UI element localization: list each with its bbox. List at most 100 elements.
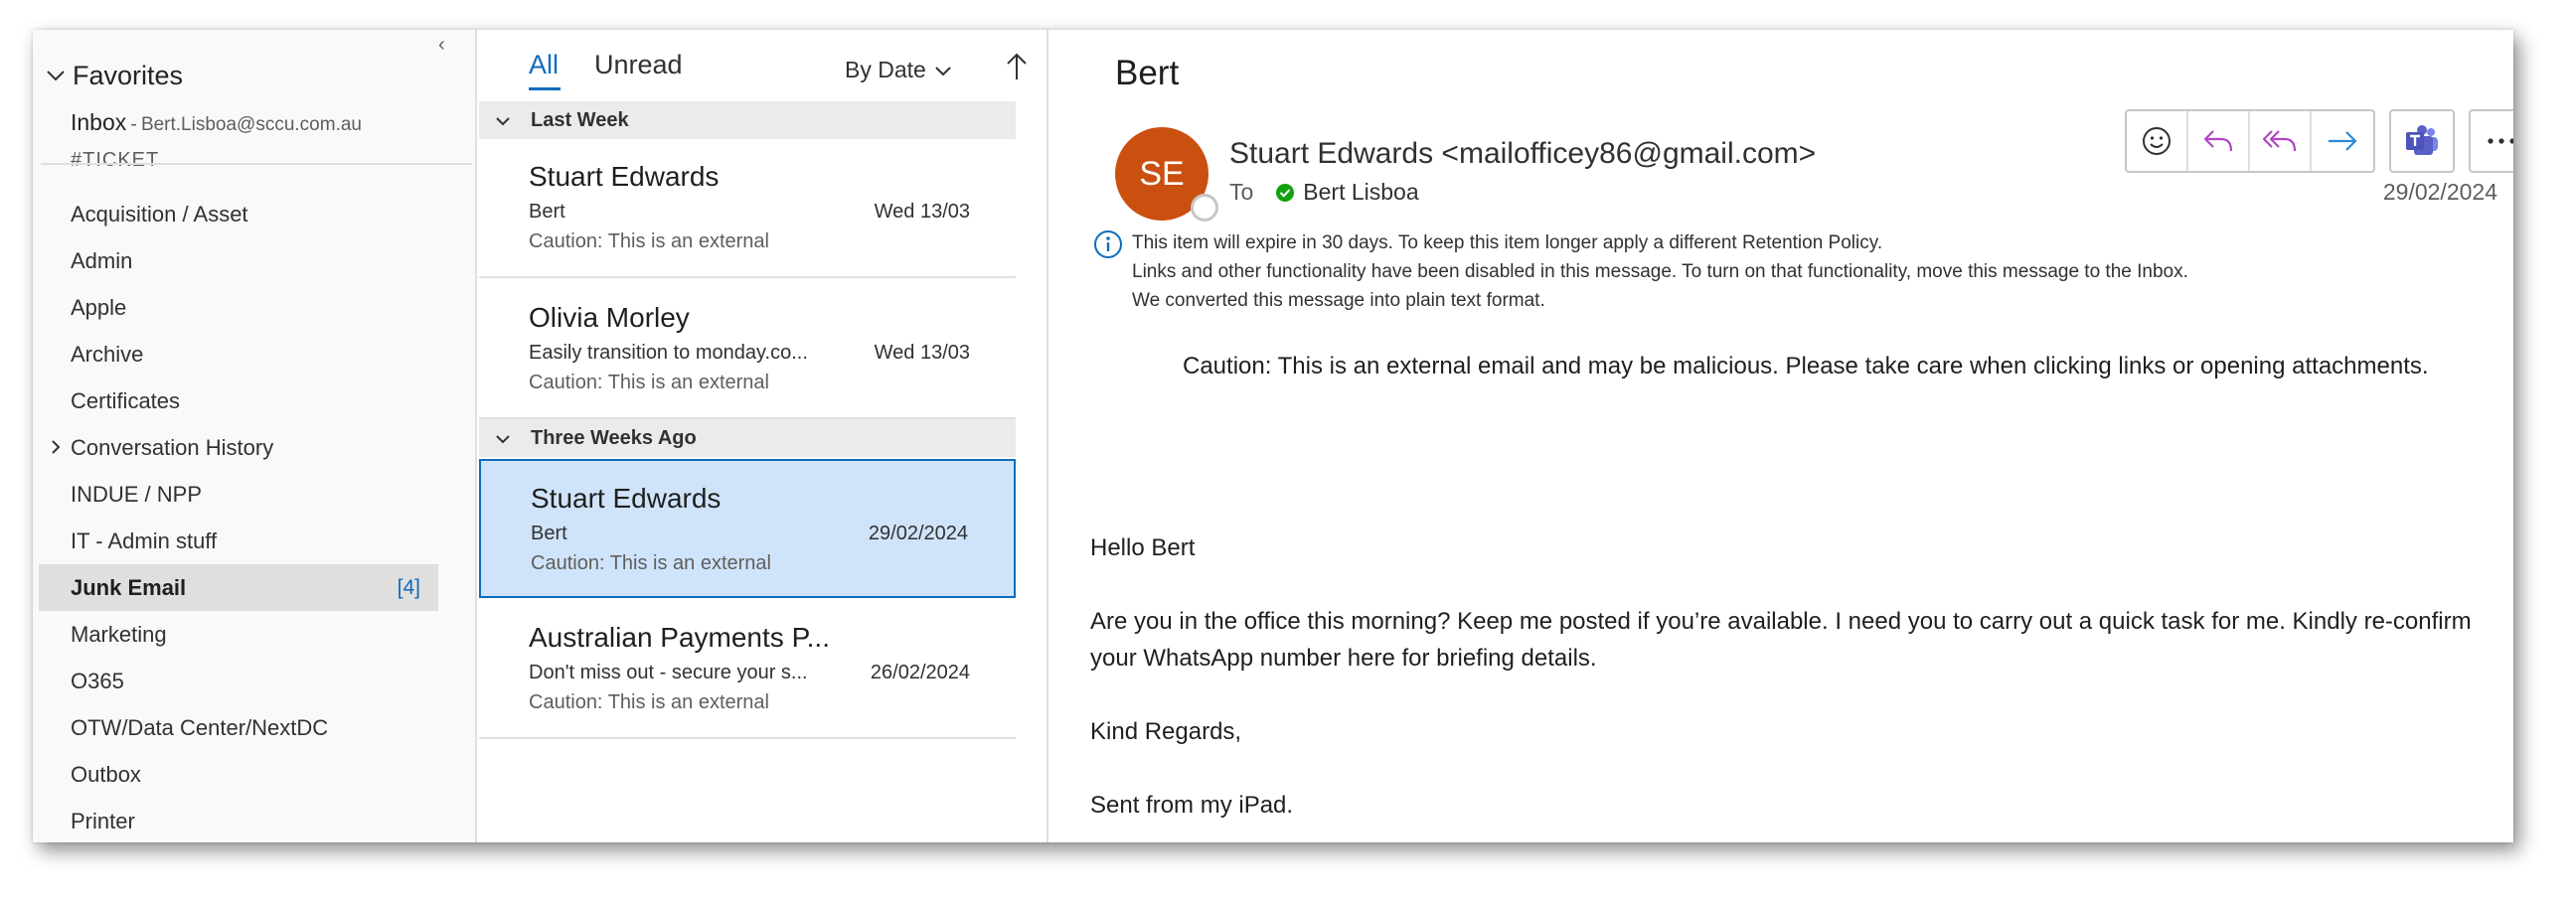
group-header-last-week[interactable]: Last Week xyxy=(479,101,1016,139)
email-greeting: Hello Bert xyxy=(1090,534,1196,561)
folder-label: Admin xyxy=(71,247,133,273)
inbox-separator: - xyxy=(130,113,137,135)
folder-label: Printer xyxy=(71,808,135,833)
message-preview: Caution: This is an external xyxy=(529,372,769,393)
folder-apple[interactable]: Apple xyxy=(39,284,438,331)
info-retention-text: This item will expire in 30 days. To kee… xyxy=(1132,232,1883,253)
message-sender: Stuart Edwards xyxy=(529,161,720,192)
folder-label: Outbox xyxy=(71,761,141,787)
group-label: Three Weeks Ago xyxy=(531,426,697,449)
more-group xyxy=(2469,109,2513,173)
folder-admin[interactable]: Admin xyxy=(39,237,438,284)
folder-label: Certificates xyxy=(71,387,181,413)
message-preview: Caution: This is an external xyxy=(529,691,769,713)
folder-archive[interactable]: Archive xyxy=(39,331,438,377)
folder-indue-npp[interactable]: INDUE / NPP xyxy=(39,471,438,518)
share-to-teams-button[interactable] xyxy=(2391,111,2453,171)
folder-marketing[interactable]: Marketing xyxy=(39,611,438,658)
folder-it-admin-stuff[interactable]: IT - Admin stuff xyxy=(39,518,438,564)
info-icon xyxy=(1094,230,1122,258)
message-subject: Bert xyxy=(529,201,565,223)
chevron-right-icon[interactable] xyxy=(48,439,64,455)
favorite-inbox[interactable]: Inbox - Bert.Lisboa@sccu.com.au xyxy=(71,109,362,149)
reply-all-button[interactable] xyxy=(2250,111,2312,171)
info-disabled-links-text: Links and other functionality have been … xyxy=(1132,261,2188,282)
folder-label: Junk Email xyxy=(71,574,187,600)
email-from[interactable]: Stuart Edwards <mailofficey86@gmail.com> xyxy=(1229,137,1816,171)
presence-status-icon xyxy=(1191,194,1218,222)
email-main-text: Are you in the office this morning? Keep… xyxy=(1090,608,2472,672)
folder-label: Conversation History xyxy=(71,434,274,460)
message-date: Wed 13/03 xyxy=(874,342,970,364)
chevron-down-icon xyxy=(496,435,510,444)
folder-label: INDUE / NPP xyxy=(71,481,203,507)
message-item[interactable]: Australian Payments P... Don't miss out … xyxy=(479,600,1016,739)
message-item[interactable]: Olivia Morley Easily transition to monda… xyxy=(479,280,1016,419)
folder-printer[interactable]: Printer xyxy=(39,798,438,842)
folder-label: Apple xyxy=(71,294,127,320)
email-subject: Bert xyxy=(1115,54,1180,92)
inbox-account: Bert.Lisboa@sccu.com.au xyxy=(140,114,362,135)
forward-button[interactable] xyxy=(2312,111,2373,171)
sort-by-label: By Date xyxy=(845,57,926,82)
teams-icon xyxy=(2406,125,2438,155)
folder-otw-data-center[interactable]: OTW/Data Center/NextDC xyxy=(39,704,438,751)
folder-pane: ‹ Favorites Inbox - Bert.Lisboa@sccu.com… xyxy=(33,30,477,842)
reading-pane: Bert SE Stuart Edwards <mailofficey86@gm… xyxy=(1050,30,2513,842)
unread-count-badge: [4] xyxy=(397,575,420,599)
available-check-icon xyxy=(1276,183,1295,202)
message-preview: Caution: This is an external xyxy=(529,230,769,252)
message-sender: Australian Payments P... xyxy=(529,622,830,653)
message-date: 29/02/2024 xyxy=(868,523,968,544)
reply-icon xyxy=(2203,130,2233,152)
sort-by-dropdown[interactable]: By Date xyxy=(845,57,952,83)
email-date: 29/02/2024 xyxy=(2382,179,2497,205)
caution-banner-text: Caution: This is an external email and m… xyxy=(1183,353,2429,379)
folder-label: Acquisition / Asset xyxy=(71,201,248,226)
email-closing: Kind Regards, xyxy=(1090,718,1242,745)
message-preview: Caution: This is an external xyxy=(531,552,771,574)
forward-icon xyxy=(2329,131,2357,151)
active-tab-indicator xyxy=(529,87,561,90)
folder-label: OTW/Data Center/NextDC xyxy=(71,714,329,740)
folder-o365[interactable]: O365 xyxy=(39,658,438,704)
email-action-bar xyxy=(2125,109,2513,173)
partially-hidden-folder[interactable]: #TICKET xyxy=(71,149,159,172)
info-plain-text-text: We converted this message into plain tex… xyxy=(1132,290,1545,311)
reply-all-icon xyxy=(2262,130,2297,152)
folder-acquisition-asset[interactable]: Acquisition / Asset xyxy=(39,191,438,237)
emoji-reaction-button[interactable] xyxy=(2127,111,2188,171)
tab-unread[interactable]: Unread xyxy=(594,50,683,80)
message-item-selected[interactable]: Stuart Edwards Bert 29/02/2024 Caution: … xyxy=(479,459,1016,598)
inbox-label: Inbox xyxy=(71,109,127,135)
folder-label: O365 xyxy=(71,668,124,693)
folder-conversation-history[interactable]: Conversation History xyxy=(39,424,438,471)
chevron-down-icon xyxy=(935,66,951,75)
message-list: All Unread By Date Last Week Stuart Edwa… xyxy=(479,30,1048,842)
teams-group xyxy=(2389,109,2455,173)
message-list-toolbar: All Unread By Date xyxy=(479,30,1048,97)
email-to-line: To Bert Lisboa xyxy=(1229,179,1419,206)
collapse-pane-icon[interactable]: ‹ xyxy=(438,34,445,57)
favorites-header[interactable]: Favorites xyxy=(45,56,183,95)
message-sender: Stuart Edwards xyxy=(531,483,722,514)
folder-junk-email[interactable]: Junk Email [4] xyxy=(39,564,438,611)
message-date: Wed 13/03 xyxy=(874,201,970,223)
message-subject: Easily transition to monday.co... xyxy=(529,342,808,364)
recipient-name[interactable]: Bert Lisboa xyxy=(1303,179,1418,206)
group-header-three-weeks-ago[interactable]: Three Weeks Ago xyxy=(479,419,1016,457)
favorites-divider xyxy=(41,163,472,165)
chevron-down-icon xyxy=(47,71,65,81)
folder-outbox[interactable]: Outbox xyxy=(39,751,438,798)
email-signature: Sent from my iPad. xyxy=(1090,792,1294,819)
sort-direction-arrow-icon[interactable] xyxy=(1006,52,1028,81)
reply-button[interactable] xyxy=(2188,111,2250,171)
more-options-button[interactable] xyxy=(2471,111,2513,171)
folder-label: Archive xyxy=(71,341,144,367)
more-options-icon xyxy=(2488,138,2513,144)
tab-all[interactable]: All xyxy=(529,50,559,80)
message-sender: Olivia Morley xyxy=(529,302,690,333)
reply-actions-group xyxy=(2125,109,2375,173)
message-item[interactable]: Stuart Edwards Bert Wed 13/03 Caution: T… xyxy=(479,139,1016,278)
folder-certificates[interactable]: Certificates xyxy=(39,377,438,424)
